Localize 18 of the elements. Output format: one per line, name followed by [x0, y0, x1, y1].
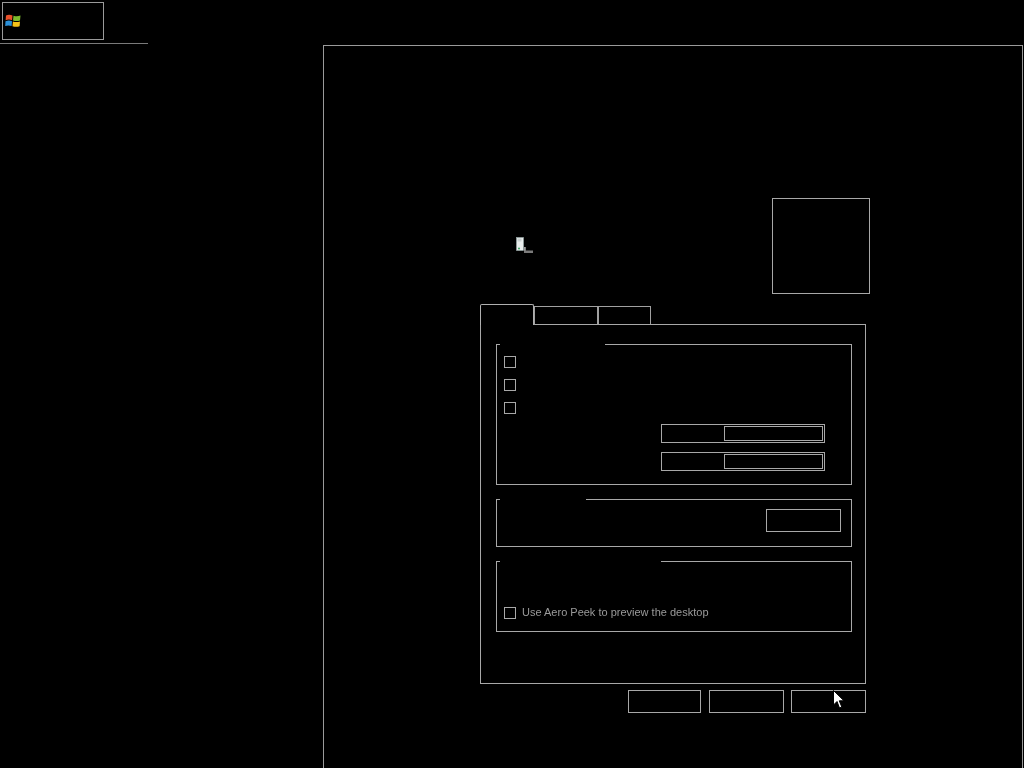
mouse-pointer-icon	[833, 690, 845, 709]
pc-tower-icon	[516, 237, 533, 253]
tab[interactable]	[598, 306, 651, 324]
start-button[interactable]	[2, 2, 104, 40]
checkbox-label[interactable]: Use Aero Peek to preview the desktop	[522, 606, 709, 619]
dropdown[interactable]	[661, 424, 825, 443]
checkbox[interactable]	[504, 606, 516, 619]
checkbox[interactable]	[504, 379, 516, 391]
flag-logo-icon	[5, 13, 21, 29]
checkbox[interactable]	[504, 402, 516, 414]
dropdown[interactable]	[661, 452, 825, 471]
tab[interactable]	[534, 306, 598, 324]
settings-button[interactable]	[766, 509, 841, 532]
dialog-button[interactable]	[791, 690, 866, 713]
tab[interactable]	[480, 304, 534, 325]
checkbox[interactable]	[504, 356, 516, 368]
dialog-button[interactable]	[628, 690, 701, 713]
dialog-button[interactable]	[709, 690, 784, 713]
